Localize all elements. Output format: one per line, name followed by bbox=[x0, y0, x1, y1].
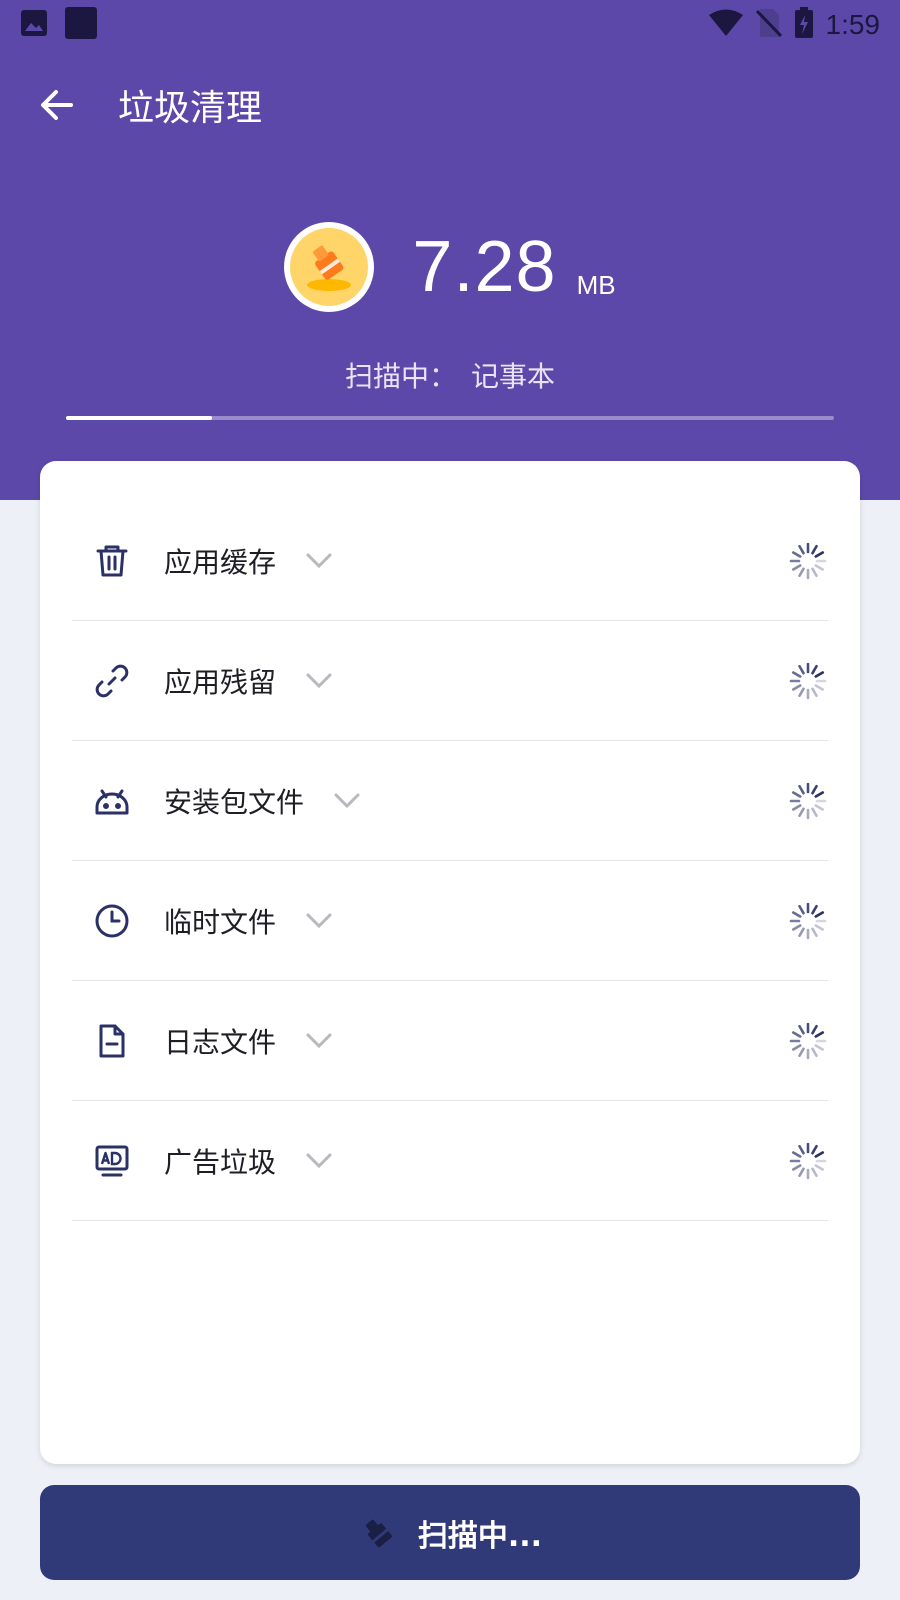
top-app-bar: 垃圾清理 bbox=[0, 70, 900, 140]
junk-category-card: 应用缓存 应用残留 安装包文件 临时文件 日志文件 广告垃圾 bbox=[40, 461, 860, 1464]
chevron-down-icon[interactable] bbox=[306, 671, 334, 691]
category-row-temp-files[interactable]: 临时文件 bbox=[72, 861, 828, 981]
category-label: 临时文件 bbox=[164, 905, 277, 939]
junk-size-summary: 7.28 MB bbox=[0, 222, 900, 312]
junk-size-value: 7.28 bbox=[412, 227, 557, 307]
loading-spinner-icon bbox=[788, 541, 828, 581]
clock-icon bbox=[92, 901, 132, 941]
trash-icon bbox=[92, 541, 132, 581]
scan-button[interactable]: 扫描中... bbox=[40, 1485, 860, 1580]
broom-icon bbox=[358, 1513, 398, 1553]
scan-status-target: 记事本 bbox=[471, 360, 556, 393]
category-row-log-files[interactable]: 日志文件 bbox=[72, 981, 828, 1101]
chevron-down-icon[interactable] bbox=[334, 791, 362, 811]
loading-spinner-icon bbox=[788, 781, 828, 821]
status-bar: 1:59 bbox=[0, 0, 900, 50]
link-icon bbox=[92, 661, 132, 701]
category-label: 应用缓存 bbox=[164, 545, 277, 579]
page-title: 垃圾清理 bbox=[118, 88, 263, 129]
broom-icon bbox=[307, 245, 352, 291]
sim-icon bbox=[64, 6, 98, 44]
scan-progress-bar bbox=[66, 416, 834, 420]
loading-spinner-icon bbox=[788, 1021, 828, 1061]
android-icon bbox=[92, 781, 132, 821]
chevron-down-icon[interactable] bbox=[306, 1031, 334, 1051]
broom-badge bbox=[284, 222, 375, 312]
loading-spinner-icon bbox=[788, 1141, 828, 1181]
image-icon bbox=[20, 9, 48, 41]
chevron-down-icon[interactable] bbox=[306, 551, 334, 571]
arrow-left-icon bbox=[41, 90, 73, 120]
category-row-ad-junk[interactable]: 广告垃圾 bbox=[72, 1101, 828, 1221]
scan-status-label: 扫描中： bbox=[344, 360, 457, 393]
category-row-apk-files[interactable]: 安装包文件 bbox=[72, 741, 828, 861]
chevron-down-icon[interactable] bbox=[306, 1151, 334, 1171]
back-button[interactable] bbox=[22, 70, 92, 140]
loading-spinner-icon bbox=[788, 661, 828, 701]
wifi-icon bbox=[708, 9, 744, 41]
no-sim-icon bbox=[755, 8, 782, 42]
category-label: 日志文件 bbox=[164, 1025, 277, 1059]
category-label: 应用残留 bbox=[164, 665, 277, 699]
ad-icon bbox=[92, 1141, 132, 1181]
scan-status: 扫描中： 记事本 bbox=[0, 355, 900, 395]
category-label: 安装包文件 bbox=[164, 785, 305, 819]
document-icon bbox=[92, 1021, 132, 1061]
battery-charging-icon bbox=[794, 7, 814, 43]
category-row-app-residue[interactable]: 应用残留 bbox=[72, 621, 828, 741]
scan-progress-fill bbox=[66, 416, 212, 420]
chevron-down-icon[interactable] bbox=[306, 911, 334, 931]
scan-button-label: 扫描中... bbox=[417, 1518, 543, 1554]
loading-spinner-icon bbox=[788, 901, 828, 941]
status-time: 1:59 bbox=[825, 9, 881, 40]
category-row-app-cache[interactable]: 应用缓存 bbox=[72, 501, 828, 621]
junk-size-unit: MB bbox=[576, 269, 616, 300]
category-label: 广告垃圾 bbox=[164, 1145, 277, 1179]
